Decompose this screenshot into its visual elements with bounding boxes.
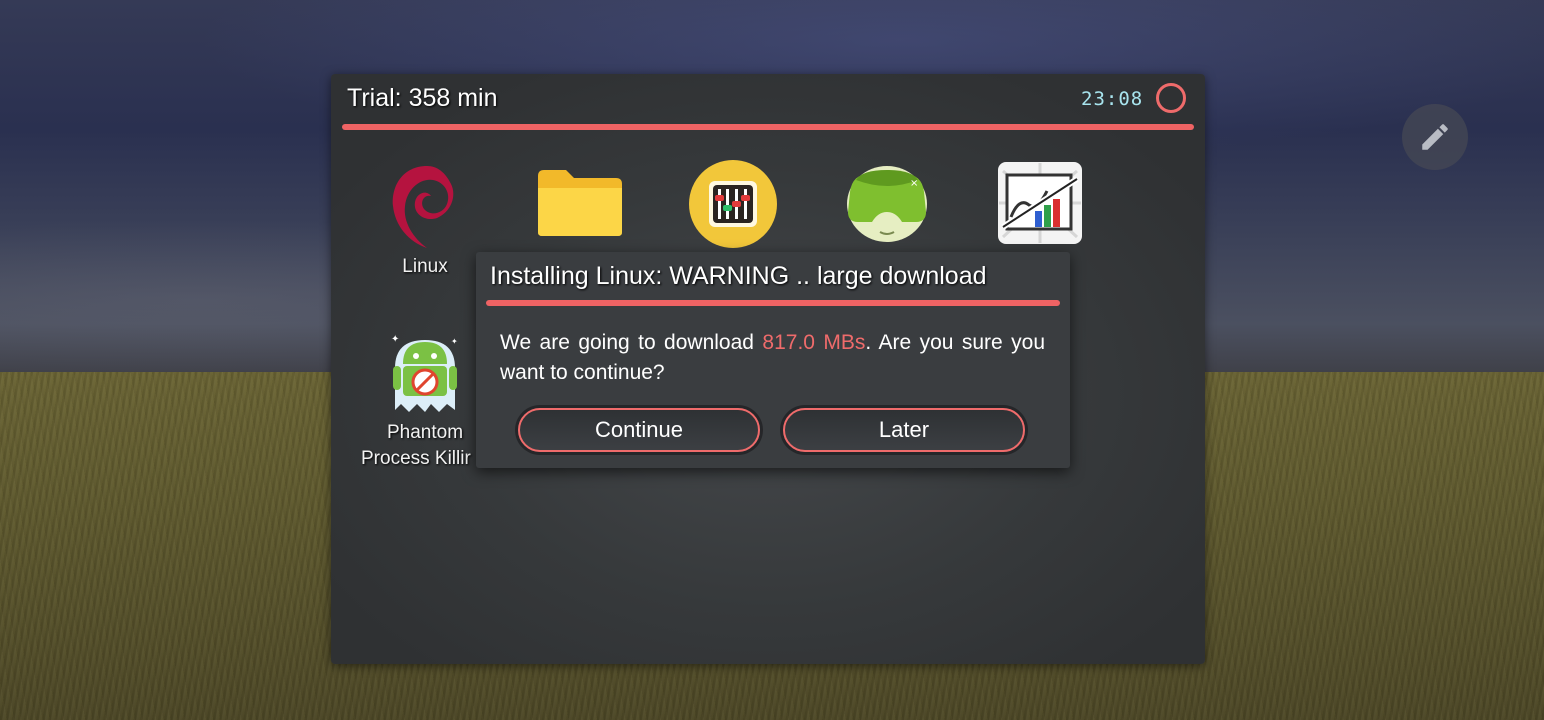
debian-swirl-icon [392, 166, 454, 248]
panel-divider [342, 124, 1194, 130]
edit-button[interactable] [1402, 104, 1468, 170]
dialog-title: Installing Linux: WARNING .. large downl… [490, 262, 987, 290]
svg-text:×: × [910, 178, 918, 189]
record-circle-icon[interactable] [1156, 83, 1186, 113]
chart-disabled-icon [998, 162, 1082, 244]
install-warning-dialog: Installing Linux: WARNING .. large downl… [476, 252, 1070, 468]
pencil-icon [1422, 124, 1448, 150]
android-ghost-icon: ✦ ✦ [391, 334, 458, 412]
folder-icon [538, 170, 622, 236]
app-linux-label: Linux [402, 256, 448, 277]
mixer-sliders-icon [689, 160, 777, 248]
app-mixer[interactable] [688, 159, 778, 249]
vr-headset-icon: × [847, 166, 927, 242]
app-chart[interactable] [997, 161, 1083, 245]
continue-button[interactable]: Continue [518, 408, 760, 452]
app-vr[interactable]: × [842, 160, 932, 244]
dialog-message-start: We are going to download [500, 331, 763, 354]
later-button[interactable]: Later [783, 408, 1025, 452]
svg-text:✦: ✦ [451, 337, 458, 346]
trial-title: Trial: 358 min [347, 84, 498, 112]
app-files[interactable] [536, 168, 624, 238]
download-size: 817.0 MBs [762, 331, 866, 354]
svg-text:✦: ✦ [391, 334, 399, 345]
app-phantom-killer[interactable]: ✦ ✦ [387, 328, 463, 416]
dialog-divider [486, 300, 1060, 306]
app-linux[interactable] [387, 160, 463, 252]
app-phantom-label-1: Phantom [386, 422, 464, 443]
clock: 23:08 [1081, 88, 1144, 110]
dialog-message: We are going to download 817.0 MBs. Are … [500, 328, 1045, 388]
